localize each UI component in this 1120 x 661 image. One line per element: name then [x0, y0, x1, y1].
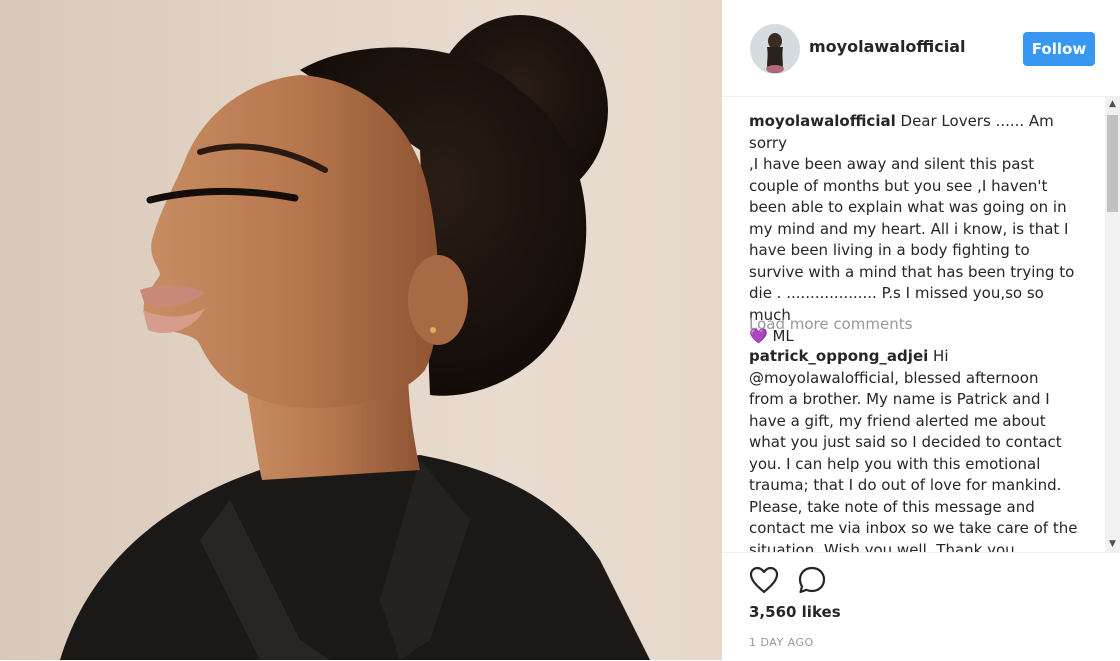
portrait-illustration: [60, 15, 650, 660]
comment-line: contact me via inbox so we take care of …: [749, 519, 1078, 537]
comment-line: what you just said so I decided to conta…: [749, 433, 1062, 451]
caption-line: couple of months but you see ,I haven't: [749, 176, 1048, 195]
comment-line: @moyolawalofficial, blessed afternoon: [749, 368, 1039, 387]
avatar[interactable]: [750, 24, 800, 74]
post-timestamp[interactable]: 1 DAY AGO: [749, 636, 814, 649]
comment-line: trauma; that I do out of love for mankin…: [749, 476, 1062, 494]
comment-line: you. I can help you with this emotional: [749, 454, 1041, 473]
avatar-image: [751, 25, 799, 73]
caption: moyolawalofficial Dear Lovers ...... Am …: [749, 111, 1085, 348]
comment: patrick_oppong_adjei Hi @moyolawaloffici…: [749, 346, 1085, 552]
caption-line: survive with a mind that has been trying…: [749, 262, 1075, 281]
likes-count[interactable]: 3,560 likes: [749, 603, 841, 621]
load-more-comments-link[interactable]: Load more comments: [749, 315, 912, 333]
comment-line: situation. Wish you well. Thank you: [749, 540, 1015, 553]
post-actions: 3,560 likes 1 DAY AGO: [722, 552, 1120, 661]
comments-scrollbar[interactable]: ▲ ▼: [1105, 97, 1120, 552]
comment-bubble-icon[interactable]: [795, 563, 829, 597]
comment-line: Please, take note of this message and: [749, 497, 1035, 516]
caption-line: ,I have been away and silent this past: [749, 155, 1035, 173]
caption-line: my mind and my heart. All i know, is tha…: [749, 219, 1069, 238]
scroll-down-arrow-icon[interactable]: ▼: [1105, 537, 1120, 552]
comments-section: moyolawalofficial Dear Lovers ...... Am …: [722, 97, 1105, 552]
comment-line: have a gift, my friend alerted me about: [749, 411, 1046, 430]
comment-username[interactable]: patrick_oppong_adjei: [749, 347, 928, 365]
scroll-up-arrow-icon[interactable]: ▲: [1105, 97, 1120, 112]
header-username[interactable]: moyolawalofficial: [809, 37, 966, 56]
post-sidebar: moyolawalofficial Follow moyolawaloffici…: [722, 0, 1120, 660]
comment-line: Hi: [933, 347, 949, 365]
follow-button[interactable]: Follow: [1023, 32, 1095, 66]
post-header: moyolawalofficial Follow: [722, 0, 1120, 97]
comment-line: from a brother. My name is Patrick and I: [749, 390, 1050, 408]
caption-username[interactable]: moyolawalofficial: [749, 112, 896, 130]
post-photo[interactable]: [0, 0, 722, 660]
heart-icon[interactable]: [747, 563, 781, 597]
caption-line: have been living in a body fighting to: [749, 241, 1030, 259]
scrollbar-thumb[interactable]: [1107, 115, 1118, 212]
caption-line: been able to explain what was going on i…: [749, 198, 1067, 216]
